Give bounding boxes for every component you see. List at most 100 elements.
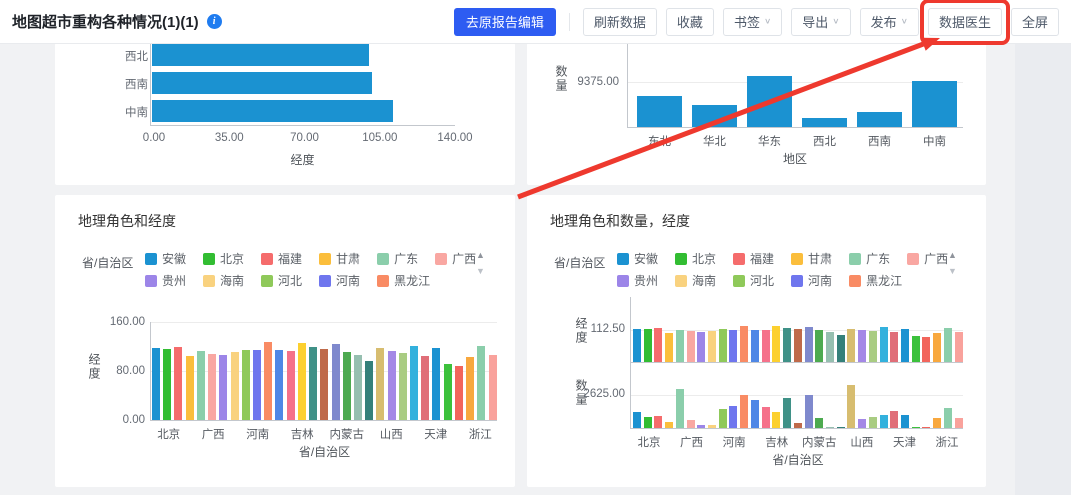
bar-河南[interactable]: [253, 350, 261, 420]
bar-西北[interactable]: [152, 44, 369, 66]
info-icon[interactable]: i: [207, 14, 222, 29]
legend-item-广东[interactable]: 广东: [377, 250, 418, 267]
bar-山西[interactable]: [858, 419, 866, 428]
bar-甘肃[interactable]: [186, 356, 194, 420]
edit-report-button[interactable]: 去原报告编辑: [454, 8, 556, 36]
legend-item-河南[interactable]: 河南: [791, 272, 832, 289]
bar-吉林[interactable]: [298, 343, 306, 420]
bar-广西[interactable]: [687, 420, 695, 428]
legend-scroll-down-icon[interactable]: ▼: [948, 267, 957, 276]
bar-新疆[interactable]: [922, 427, 930, 428]
bar-内蒙古[interactable]: [343, 352, 351, 420]
bar-安徽[interactable]: [633, 412, 641, 428]
bar-华东[interactable]: [747, 76, 792, 127]
legend-item-广西[interactable]: 广西: [907, 250, 948, 267]
bar-安徽[interactable]: [152, 348, 160, 420]
legend-item-海南[interactable]: 海南: [675, 272, 716, 289]
bar-浙江[interactable]: [477, 346, 485, 420]
bar-广东[interactable]: [676, 389, 684, 428]
bar-广东[interactable]: [197, 351, 205, 420]
legend-item-黑龙江[interactable]: 黑龙江: [377, 272, 430, 289]
legend-item-安徽[interactable]: 安徽: [617, 250, 658, 267]
bar-西北[interactable]: [802, 118, 847, 127]
bar-云南[interactable]: [933, 418, 941, 428]
legend-scroll-up-icon[interactable]: ▲: [948, 251, 957, 260]
legend-item-河北[interactable]: 河北: [733, 272, 774, 289]
bar-河南[interactable]: [729, 406, 737, 428]
bar-湖南[interactable]: [762, 407, 770, 428]
bar-北京[interactable]: [163, 349, 171, 420]
bar-贵州[interactable]: [697, 332, 705, 362]
bar-江苏[interactable]: [783, 398, 791, 428]
bar-重庆[interactable]: [489, 355, 497, 420]
bar-青海[interactable]: [837, 335, 845, 363]
refresh-data-button[interactable]: 刷新数据: [583, 8, 657, 36]
bar-青海[interactable]: [365, 361, 373, 420]
bar-山东[interactable]: [847, 385, 855, 428]
bar-陕西[interactable]: [399, 353, 407, 420]
bar-陕西[interactable]: [869, 417, 877, 428]
legend-item-甘肃[interactable]: 甘肃: [791, 250, 832, 267]
bar-四川[interactable]: [890, 411, 898, 428]
bar-辽宁[interactable]: [805, 395, 813, 428]
bar-湖北[interactable]: [751, 400, 759, 428]
bar-辽宁[interactable]: [805, 327, 813, 362]
bar-上海[interactable]: [880, 415, 888, 428]
bar-青海[interactable]: [837, 427, 845, 428]
bar-甘肃[interactable]: [665, 422, 673, 428]
bar-北京[interactable]: [644, 417, 652, 428]
bar-华北[interactable]: [692, 105, 737, 127]
bar-广东[interactable]: [676, 330, 684, 362]
legend-item-海南[interactable]: 海南: [203, 272, 244, 289]
bar-西藏[interactable]: [912, 427, 920, 428]
bar-天津[interactable]: [432, 348, 440, 420]
bar-福建[interactable]: [654, 416, 662, 428]
bar-山东[interactable]: [376, 348, 384, 420]
bar-江西[interactable]: [320, 349, 328, 420]
bar-内蒙古[interactable]: [815, 418, 823, 428]
bar-吉林[interactable]: [772, 326, 780, 362]
bar-江西[interactable]: [794, 423, 802, 428]
legend-item-安徽[interactable]: 安徽: [145, 250, 186, 267]
bar-湖南[interactable]: [287, 351, 295, 420]
legend-scroll-down-icon[interactable]: ▼: [476, 267, 485, 276]
bar-山西[interactable]: [388, 351, 396, 420]
bar-海南[interactable]: [708, 331, 716, 362]
bar-中南[interactable]: [912, 81, 957, 127]
bar-天津[interactable]: [901, 329, 909, 362]
bar-东北[interactable]: [637, 96, 682, 127]
bar-重庆[interactable]: [955, 418, 963, 428]
bar-海南[interactable]: [231, 352, 239, 420]
bar-贵州[interactable]: [697, 425, 705, 428]
bar-湖北[interactable]: [275, 350, 283, 420]
bar-北京[interactable]: [644, 329, 652, 362]
bar-宁夏[interactable]: [354, 355, 362, 420]
bar-四川[interactable]: [421, 356, 429, 420]
legend-item-贵州[interactable]: 贵州: [145, 272, 186, 289]
bar-河北[interactable]: [719, 409, 727, 428]
legend-item-福建[interactable]: 福建: [261, 250, 302, 267]
bar-中南[interactable]: [152, 100, 393, 122]
bar-河北[interactable]: [242, 350, 250, 420]
bar-云南[interactable]: [466, 357, 474, 420]
bar-广西[interactable]: [687, 331, 695, 362]
bar-新疆[interactable]: [922, 337, 930, 362]
bar-江苏[interactable]: [783, 328, 791, 362]
bar-云南[interactable]: [933, 333, 941, 362]
bar-西藏[interactable]: [912, 336, 920, 362]
bar-福建[interactable]: [654, 328, 662, 362]
bar-浙江[interactable]: [944, 408, 952, 428]
bar-上海[interactable]: [880, 327, 888, 362]
bar-陕西[interactable]: [869, 331, 877, 362]
legend-item-河南[interactable]: 河南: [319, 272, 360, 289]
bar-宁夏[interactable]: [826, 332, 834, 362]
bar-海南[interactable]: [708, 425, 716, 428]
legend-item-广西[interactable]: 广西: [435, 250, 476, 267]
bar-西南[interactable]: [152, 72, 372, 94]
bar-西南[interactable]: [857, 112, 902, 127]
legend-scroll-up-icon[interactable]: ▲: [476, 251, 485, 260]
favorite-button[interactable]: 收藏: [666, 8, 714, 36]
bar-黑龙江[interactable]: [740, 395, 748, 428]
bar-甘肃[interactable]: [665, 333, 673, 363]
bar-湖南[interactable]: [762, 330, 770, 362]
